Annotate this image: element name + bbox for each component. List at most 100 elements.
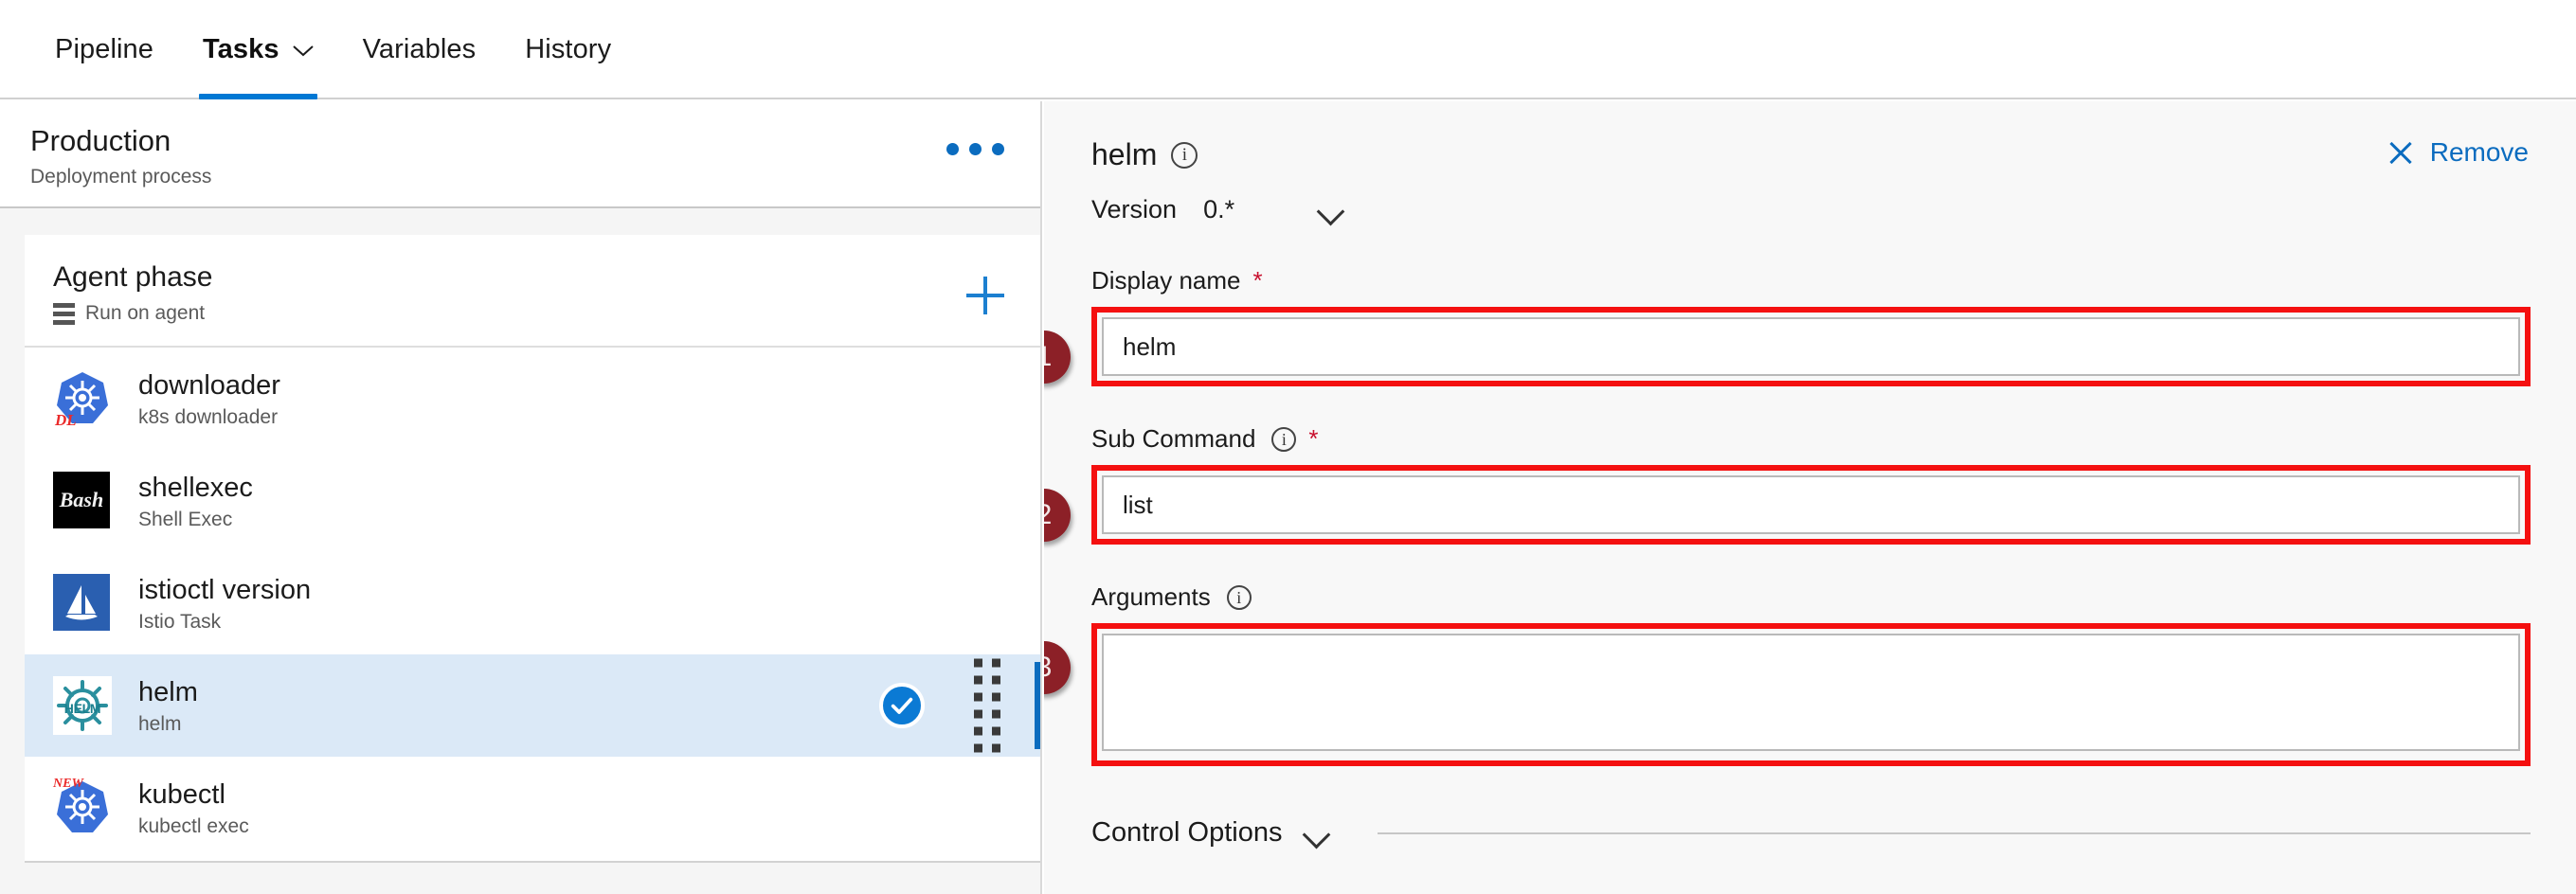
ellipsis-dot (969, 143, 982, 155)
required-asterisk: * (1252, 266, 1263, 295)
tab-history[interactable]: History (500, 0, 636, 99)
helm-icon-label: HELM (63, 701, 101, 716)
ellipsis-dot (992, 143, 1004, 155)
detail-title: helm (1091, 137, 1158, 171)
task-detail-pane: helm i Remove Version 0.* Display name *… (1044, 101, 2576, 894)
control-options-label: Control Options (1091, 817, 1283, 848)
nav-tabs: Pipeline Tasks Variables History (0, 0, 2576, 99)
drag-handle-icon[interactable] (974, 658, 1000, 753)
info-icon[interactable]: i (1171, 141, 1198, 169)
page-title: Production (30, 124, 171, 157)
task-icon: HELM (53, 676, 112, 735)
tab-tasks-label: Tasks (203, 34, 279, 64)
tab-pipeline-label: Pipeline (55, 34, 153, 64)
task-name: kubectl (138, 779, 225, 810)
agent-phase-header[interactable]: Agent phase Run on agent (25, 235, 1040, 348)
version-row[interactable]: Version 0.* (1044, 172, 2576, 224)
field-label-text: Display name (1091, 266, 1241, 295)
task-icon (53, 574, 112, 633)
annotation-highlight-1 (1091, 307, 2531, 386)
agent-phase-subtitle: Run on agent (85, 302, 206, 324)
control-options-section[interactable]: Control Options (1044, 817, 2576, 849)
chevron-down-icon[interactable] (1318, 202, 1346, 218)
task-description: Shell Exec (138, 509, 233, 530)
info-icon[interactable]: i (1271, 426, 1297, 452)
task-list: DL downloader k8s downloader Bash shelle… (25, 348, 1040, 859)
tab-tasks[interactable]: Tasks (178, 0, 338, 99)
chevron-down-icon[interactable] (1304, 825, 1332, 841)
bash-icon-label: Bash (59, 488, 104, 511)
task-icon-tag: NEW (53, 777, 83, 791)
annotation-badge-1: 1 (1044, 331, 1071, 384)
field-arguments: Arguments i 3 (1044, 582, 2576, 766)
arguments-textarea[interactable] (1102, 634, 2520, 751)
task-description: k8s downloader (138, 406, 279, 428)
tab-pipeline[interactable]: Pipeline (30, 0, 178, 99)
detail-header: helm i Remove (1044, 101, 2576, 172)
tab-variables-label: Variables (362, 34, 477, 64)
annotation-badge-2: 2 (1044, 489, 1071, 542)
task-name: istioctl version (138, 575, 312, 605)
task-list-bottom-border (25, 859, 1040, 863)
info-icon[interactable]: i (1226, 584, 1252, 610)
task-text: shellexec Shell Exec (138, 471, 253, 531)
process-subtitle: Deployment process (30, 166, 212, 188)
task-text: downloader k8s downloader (138, 368, 280, 429)
task-row-shellexec[interactable]: Bash shellexec Shell Exec (25, 450, 1040, 552)
task-row-kubectl[interactable]: NEW kubectl kubectl exec (25, 757, 1040, 859)
field-arguments-label: Arguments i (1091, 582, 2531, 612)
remove-button[interactable]: Remove (2388, 137, 2529, 168)
tab-variables[interactable]: Variables (338, 0, 501, 99)
plus-icon[interactable] (966, 277, 1004, 314)
task-row-downloader[interactable]: DL downloader k8s downloader (25, 348, 1040, 450)
task-text: istioctl version Istio Task (138, 573, 311, 634)
field-sub-command-label: Sub Command i * (1091, 424, 2531, 454)
agent-phase-subrow: Run on agent (53, 302, 1040, 325)
annotation-badge-3: 3 (1044, 641, 1071, 694)
task-text: kubectl kubectl exec (138, 778, 249, 838)
section-divider (1377, 831, 2531, 834)
tab-history-label: History (525, 34, 612, 64)
task-description: kubectl exec (138, 815, 249, 837)
required-asterisk: * (1308, 424, 1319, 453)
istio-sail-icon (53, 574, 110, 631)
field-label-text: Arguments (1091, 582, 1211, 611)
ellipsis-dot (946, 143, 959, 155)
task-icon: DL (53, 369, 112, 429)
task-row-istioctl-version[interactable]: istioctl version Istio Task (25, 552, 1040, 654)
task-name: shellexec (138, 473, 253, 503)
display-name-input[interactable] (1102, 317, 2520, 376)
chevron-down-icon (292, 34, 314, 65)
task-row-helm[interactable]: HELM helm helm (25, 654, 1040, 757)
kubernetes-icon: NEW (53, 777, 112, 837)
task-icon: NEW (53, 777, 112, 837)
server-icon (53, 302, 75, 325)
task-name: downloader (138, 370, 280, 401)
check-circle-icon (879, 683, 925, 728)
agent-phase-card: Agent phase Run on agent DL downloader k… (25, 235, 1040, 863)
task-description: helm (138, 713, 182, 735)
task-icon: Bash (53, 472, 112, 530)
bash-icon: Bash (53, 472, 110, 528)
pipeline-task-editor: Pipeline Tasks Variables History Product… (0, 0, 2576, 894)
annotation-highlight-2 (1091, 465, 2531, 545)
helm-wheel-icon: HELM (53, 676, 112, 735)
version-label: Version (1091, 195, 1178, 224)
top-navigation-bar: Pipeline Tasks Variables History (0, 0, 2576, 99)
field-label-text: Sub Command (1091, 424, 1256, 453)
annotation-highlight-3 (1091, 623, 2531, 766)
remove-label: Remove (2429, 137, 2529, 167)
kubernetes-icon: DL (53, 369, 112, 429)
task-name: helm (138, 677, 198, 707)
agent-phase-title: Agent phase (53, 261, 213, 293)
version-value: 0.* (1203, 195, 1235, 224)
task-list-pane: Production Deployment process Agent phas… (0, 101, 1042, 894)
sub-command-input[interactable] (1102, 475, 2520, 534)
field-display-name-label: Display name * (1091, 266, 2531, 295)
task-text: helm helm (138, 675, 198, 736)
field-display-name: Display name * 1 (1044, 266, 2576, 386)
task-icon-tag: DL (55, 411, 77, 429)
ellipsis-icon[interactable] (946, 143, 1004, 155)
task-description: Istio Task (138, 611, 222, 633)
pane-spacer (0, 208, 1040, 235)
